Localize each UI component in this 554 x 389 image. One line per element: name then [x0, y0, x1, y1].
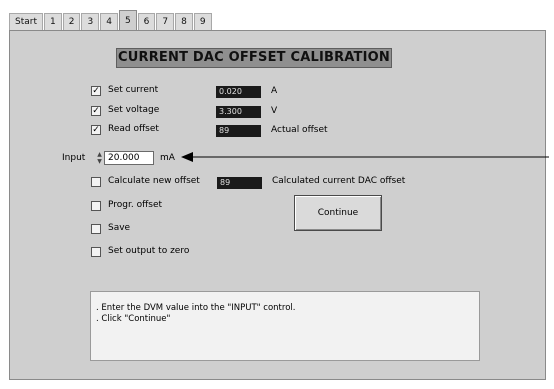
- spin-down-icon[interactable]: ▼: [96, 158, 103, 165]
- set-current-label: Set current: [108, 85, 159, 95]
- checkmark-icon: ✓: [92, 86, 100, 96]
- checkmark-icon: ✓: [92, 125, 100, 135]
- read-offset-indicator: 89: [216, 125, 261, 137]
- progr-offset-label: Progr. offset: [108, 200, 163, 210]
- tab-9[interactable]: 9: [193, 13, 212, 30]
- message-box: . Enter the DVM value into the "INPUT" c…: [90, 291, 480, 361]
- continue-button[interactable]: Continue: [294, 195, 382, 231]
- message-line-2: . Click "Continue": [96, 314, 171, 324]
- save-label: Save: [108, 223, 131, 233]
- read-offset-checkbox[interactable]: ✓: [91, 125, 101, 135]
- tab-4[interactable]: 4: [100, 13, 118, 30]
- tab-bar: Start 1 2 3 4 5 6 7 8 9: [9, 10, 213, 30]
- tab-6[interactable]: 6: [137, 13, 156, 30]
- arrow-left-icon: [181, 152, 549, 162]
- set-current-indicator: 0.020: [216, 86, 261, 98]
- actual-offset-label: Actual offset: [271, 125, 328, 135]
- tab-8[interactable]: 8: [175, 13, 193, 30]
- set-current-checkbox[interactable]: ✓: [91, 86, 101, 96]
- read-offset-label: Read offset: [108, 124, 159, 134]
- save-checkbox[interactable]: [91, 224, 101, 234]
- calculate-offset-label: Calculate new offset: [108, 176, 200, 186]
- calculate-offset-checkbox[interactable]: [91, 177, 101, 187]
- set-current-unit: A: [271, 86, 278, 96]
- set-output-zero-label: Set output to zero: [108, 246, 190, 256]
- tab-7[interactable]: 7: [156, 13, 175, 30]
- set-voltage-indicator: 3.300: [216, 106, 261, 118]
- tab-2[interactable]: 2: [62, 13, 81, 30]
- set-voltage-label: Set voltage: [108, 105, 160, 115]
- set-voltage-unit: V: [271, 106, 278, 116]
- input-numeric-field[interactable]: 20.000: [104, 151, 154, 165]
- tab-1[interactable]: 1: [44, 13, 62, 30]
- input-spinner[interactable]: ▲ ▼: [96, 151, 103, 165]
- input-unit: mA: [160, 153, 175, 163]
- progr-offset-checkbox[interactable]: [91, 201, 101, 211]
- input-label: Input: [62, 153, 86, 163]
- checkmark-icon: ✓: [92, 106, 100, 116]
- calculated-offset-indicator: 89: [217, 177, 262, 189]
- set-voltage-checkbox[interactable]: ✓: [91, 106, 101, 116]
- message-line-1: . Enter the DVM value into the "INPUT" c…: [96, 303, 296, 313]
- tab-5[interactable]: 5: [118, 10, 137, 30]
- page-title: CURRENT DAC OFFSET CALIBRATION: [116, 48, 392, 68]
- spin-up-icon[interactable]: ▲: [96, 151, 103, 158]
- tab-3[interactable]: 3: [81, 13, 100, 30]
- set-output-zero-checkbox[interactable]: [91, 247, 101, 257]
- tab-start[interactable]: Start: [9, 13, 43, 30]
- calculated-offset-caption: Calculated current DAC offset: [272, 176, 406, 186]
